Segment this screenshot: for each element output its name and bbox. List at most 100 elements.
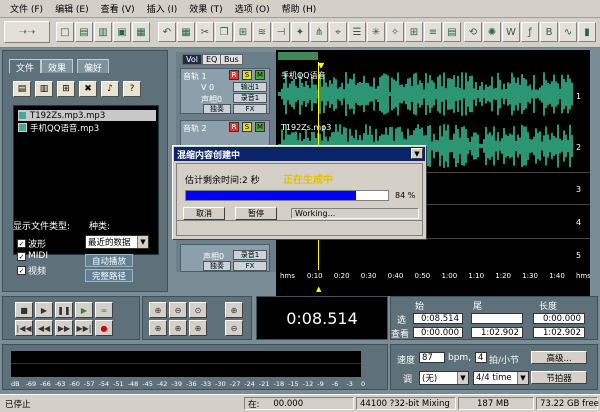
tab-vol[interactable]: Vol xyxy=(182,54,202,65)
lines-icon[interactable]: ≡ xyxy=(424,22,442,42)
undo-icon[interactable]: ↶ xyxy=(158,22,176,42)
record-arm-button[interactable]: R xyxy=(229,70,239,80)
paste-icon[interactable]: ⊞ xyxy=(234,22,252,42)
grid-icon[interactable]: ▦ xyxy=(177,22,195,42)
go-end-button[interactable]: ▶▶| xyxy=(75,320,93,336)
rewind-button[interactable]: ◀◀ xyxy=(35,320,53,336)
type-video-checkbox[interactable]: ✓ 视频 xyxy=(17,264,46,277)
view-start-field[interactable]: 0:00.000 xyxy=(413,327,463,338)
mode-button[interactable]: 独奏 xyxy=(203,261,231,271)
metronome-button[interactable]: 节拍器 xyxy=(531,371,587,384)
selection-start-field[interactable]: 0:08.514 xyxy=(413,313,463,324)
wave-tool-icon[interactable]: ∿ xyxy=(559,22,577,42)
open-icon[interactable]: ▤ xyxy=(75,22,93,42)
record-input-select[interactable]: 录音1 xyxy=(233,250,267,260)
menu-insert[interactable]: 插入 (I) xyxy=(141,2,184,15)
spark-icon[interactable]: ✳ xyxy=(367,22,385,42)
type-wave-checkbox[interactable]: ✓ 波形 xyxy=(17,237,46,250)
menu-help[interactable]: 帮助 (H) xyxy=(276,2,323,15)
overview-bar[interactable] xyxy=(278,52,318,60)
record-input-select[interactable]: 录音1 xyxy=(233,93,267,103)
tab-effects[interactable]: 效果 xyxy=(41,59,74,74)
auto-play-button[interactable]: 自动播放 xyxy=(85,254,133,267)
new-icon[interactable]: □ xyxy=(56,22,74,42)
time-signature-select[interactable]: 4/4 time ▼ xyxy=(473,371,529,385)
mix-icon[interactable]: ≋ xyxy=(253,22,271,42)
open-file-icon[interactable]: ▤ xyxy=(13,81,31,97)
type-midi-checkbox[interactable]: ✓ MIDI xyxy=(17,251,48,261)
close-file-icon[interactable]: ✖ xyxy=(79,81,97,97)
output-select[interactable]: 输出1 xyxy=(233,82,267,92)
grid2-icon[interactable]: ⊞ xyxy=(405,22,423,42)
file-list[interactable]: T192Zs.mp3.mp3 手机QQ语音.mp3 xyxy=(13,105,159,255)
play-from-cursor-button[interactable]: ▶ xyxy=(75,302,93,318)
lock-icon[interactable]: ✦ xyxy=(291,22,309,42)
menu-edit[interactable]: 编辑 (E) xyxy=(49,2,95,15)
dialog-menu-button[interactable]: ▼ xyxy=(411,148,423,159)
tab-eq[interactable]: EQ xyxy=(202,54,222,65)
advanced-button[interactable]: 高级... xyxy=(531,351,587,364)
cancel-button[interactable]: 取消 xyxy=(183,207,225,220)
record-button[interactable]: ● xyxy=(95,320,113,336)
insert-icon[interactable]: ⊞ xyxy=(57,81,75,97)
pause-transport-button[interactable]: ❚❚ xyxy=(55,302,73,318)
mute-button[interactable]: M xyxy=(255,70,265,80)
key-select[interactable]: (无) ▼ xyxy=(419,371,469,385)
folder-icon[interactable]: ▥ xyxy=(94,22,112,42)
play-file-icon[interactable]: ♪ xyxy=(101,81,119,97)
solo-button[interactable]: S xyxy=(242,122,252,132)
pause-button[interactable]: 暂停 xyxy=(235,207,277,220)
zoom-selection-button[interactable]: ⊕ xyxy=(189,320,207,336)
mute-button[interactable]: M xyxy=(255,122,265,132)
chart-icon[interactable]: ▤ xyxy=(443,22,461,42)
selection-end-field[interactable] xyxy=(471,313,523,324)
zoom-in-v-button[interactable]: ⊕ xyxy=(225,302,243,318)
loop-button[interactable]: ∞ xyxy=(95,302,113,318)
fx-button[interactable]: FX xyxy=(233,104,267,114)
menu-file[interactable]: 文件 (F) xyxy=(4,2,49,15)
view-end-field[interactable]: 1:02.902 xyxy=(471,327,523,338)
save-all-icon[interactable]: ▦ xyxy=(132,22,150,42)
view-length-field[interactable]: 1:02.902 xyxy=(533,327,585,338)
forward-button[interactable]: ▶▶ xyxy=(55,320,73,336)
save-icon[interactable]: ▣ xyxy=(113,22,131,42)
zoom-in-h-button[interactable]: ⊕ xyxy=(149,302,167,318)
meter-icon[interactable]: ▮ xyxy=(578,22,596,42)
fx-button[interactable]: FX xyxy=(233,261,267,271)
reverb-icon[interactable]: ✺ xyxy=(483,22,501,42)
mode-switch-button[interactable]: ➝➝ xyxy=(4,21,50,43)
loop-icon[interactable]: ⟲ xyxy=(464,22,482,42)
track-1-lane[interactable]: 手机QQ语音 xyxy=(277,68,573,120)
go-start-button[interactable]: |◀◀ xyxy=(15,320,33,336)
copy-icon[interactable]: ❐ xyxy=(215,22,233,42)
play-button[interactable]: ▶ xyxy=(35,302,53,318)
zoom-left-button[interactable]: ⊕ xyxy=(149,320,167,336)
full-path-button[interactable]: 完整路径 xyxy=(85,269,133,282)
tab-files[interactable]: 文件 xyxy=(9,59,42,74)
vertical-scrollbar[interactable] xyxy=(590,50,600,296)
volume-value[interactable]: V 0 xyxy=(201,83,214,92)
wet-icon[interactable]: W xyxy=(502,22,520,42)
import-icon[interactable]: ▥ xyxy=(35,81,53,97)
help-icon[interactable]: ? xyxy=(123,81,141,97)
timeline-ruler[interactable]: hms 0:10 0:20 0:30 0:40 0:50 1:00 1:10 1:20 1:30 1… xyxy=(276,270,591,284)
envelope-icon[interactable]: ✧ xyxy=(386,22,404,42)
zoom-out-h-button[interactable]: ⊖ xyxy=(169,302,187,318)
record-arm-button[interactable]: R xyxy=(229,122,239,132)
list-item[interactable]: 手机QQ语音.mp3 xyxy=(18,122,99,134)
stop-button[interactable]: ■ xyxy=(15,302,33,318)
menu-effects[interactable]: 效果 (T) xyxy=(183,2,228,15)
tab-favorites[interactable]: 偏好 xyxy=(77,59,110,74)
kind-select[interactable]: 最近的数据 ▼ xyxy=(85,235,149,249)
cut-icon[interactable]: ✂ xyxy=(196,22,214,42)
split-icon[interactable]: ⋔ xyxy=(310,22,328,42)
zoom-right-button[interactable]: ⊕ xyxy=(169,320,187,336)
list-item[interactable]: T192Zs.mp3.mp3 xyxy=(18,110,156,121)
filter-icon[interactable]: ƒ xyxy=(521,22,539,42)
trim-icon[interactable]: ⊣ xyxy=(272,22,290,42)
zoom-out-v-button[interactable]: ⊖ xyxy=(225,320,243,336)
bars-icon[interactable]: ☰ xyxy=(348,22,366,42)
zoom-full-button[interactable]: ⊙ xyxy=(189,302,207,318)
speed-input[interactable]: 87 xyxy=(419,352,445,363)
dialog-title-bar[interactable]: 混缩内容创建中 ▼ xyxy=(174,147,425,161)
